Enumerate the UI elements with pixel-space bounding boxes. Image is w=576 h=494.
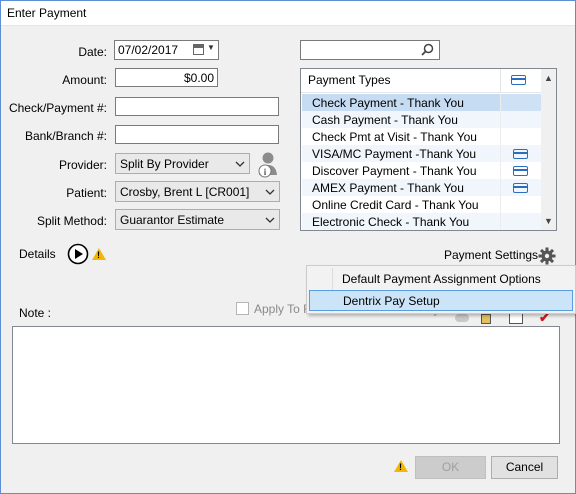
date-label: Date:: [78, 45, 107, 59]
list-item-label: Electronic Check - Thank You: [312, 215, 470, 229]
apply-checkbox[interactable]: [236, 302, 249, 315]
provider-label: Provider:: [58, 158, 107, 172]
payment-types-list[interactable]: Payment Types Check Payment - Thank You C…: [300, 68, 557, 231]
title-bar: Enter Payment: [1, 1, 575, 26]
provider-value: Split By Provider: [120, 157, 209, 171]
amount-field[interactable]: $0.00: [115, 68, 218, 87]
card-column: [500, 162, 541, 179]
card-column: [500, 128, 541, 145]
split-method-label: Split Method:: [36, 214, 107, 228]
card-column: [500, 145, 541, 162]
provider-select[interactable]: Split By Provider: [115, 153, 250, 174]
split-method-select[interactable]: Guarantor Estimate: [115, 209, 280, 230]
chevron-down-icon: [265, 217, 275, 223]
warning-icon: !: [394, 460, 408, 472]
card-column: [500, 213, 541, 230]
amount-value: $0.00: [183, 71, 214, 85]
cancel-button[interactable]: Cancel: [491, 456, 558, 479]
card-column: [500, 94, 541, 111]
credit-card-icon: [513, 149, 528, 159]
payment-type-search-input[interactable]: [300, 40, 440, 60]
card-column: [500, 196, 541, 213]
patient-label: Patient:: [66, 186, 107, 200]
list-item[interactable]: VISA/MC Payment -Thank You: [302, 145, 541, 162]
provider-info-icon[interactable]: i: [256, 151, 282, 179]
amount-label: Amount:: [62, 73, 107, 87]
bank-branch-field[interactable]: [115, 125, 279, 144]
split-method-value: Guarantor Estimate: [120, 213, 225, 227]
payment-types-header-label: Payment Types: [308, 73, 391, 87]
payment-settings-menu: Default Payment Assignment Options Dentr…: [306, 265, 576, 314]
scroll-up-icon[interactable]: ▲: [544, 73, 553, 83]
list-item[interactable]: AMEX Payment - Thank You: [302, 179, 541, 196]
apply-label: Apply To F: [254, 302, 311, 316]
chevron-down-icon: [235, 161, 245, 167]
warning-icon: !: [92, 248, 106, 260]
list-item[interactable]: Discover Payment - Thank You: [302, 162, 541, 179]
list-item[interactable]: Check Payment - Thank You: [302, 94, 541, 111]
note-textarea[interactable]: [12, 326, 560, 444]
menu-item-label: Dentrix Pay Setup: [343, 294, 440, 308]
credit-card-icon: [511, 75, 526, 85]
menu-item-dentrix-pay-setup[interactable]: Dentrix Pay Setup: [309, 290, 573, 311]
chevron-down-icon[interactable]: ▼: [207, 43, 215, 52]
list-item-label: Discover Payment - Thank You: [312, 164, 477, 178]
list-item-label: Online Credit Card - Thank You: [312, 198, 479, 212]
card-column: [500, 111, 541, 128]
list-item[interactable]: Check Pmt at Visit - Thank You: [302, 128, 541, 145]
credit-card-icon: [513, 183, 528, 193]
search-icon[interactable]: [421, 43, 434, 56]
enter-payment-window: Enter Payment Date: 07/02/2017 ▼ Amount:…: [0, 0, 576, 494]
list-item[interactable]: Electronic Check - Thank You: [302, 213, 541, 230]
check-payment-label: Check/Payment #:: [8, 101, 107, 115]
patient-select[interactable]: Crosby, Brent L [CR001]: [115, 181, 280, 202]
list-item-label: Check Pmt at Visit - Thank You: [312, 130, 477, 144]
list-item-label: Check Payment - Thank You: [312, 96, 464, 110]
ok-button[interactable]: OK: [415, 456, 486, 479]
check-payment-field[interactable]: [115, 97, 279, 116]
payment-types-header: Payment Types: [301, 69, 541, 93]
calendar-icon[interactable]: [193, 44, 204, 55]
menu-item-label: Default Payment Assignment Options: [342, 272, 541, 286]
details-label: Details: [19, 247, 56, 261]
date-picker[interactable]: 07/02/2017 ▼: [114, 40, 219, 60]
gear-icon[interactable]: [538, 247, 556, 265]
list-item[interactable]: Cash Payment - Thank You: [302, 111, 541, 128]
note-label: Note :: [19, 306, 52, 320]
bank-branch-label: Bank/Branch #:: [24, 129, 107, 143]
patient-value: Crosby, Brent L [CR001]: [120, 185, 250, 199]
list-item[interactable]: Online Credit Card - Thank You: [302, 196, 541, 213]
date-value: 07/02/2017: [118, 43, 179, 57]
window-title: Enter Payment: [7, 6, 87, 20]
credit-card-icon: [513, 166, 528, 176]
list-item-label: VISA/MC Payment -Thank You: [312, 147, 477, 161]
list-item-label: Cash Payment - Thank You: [312, 113, 458, 127]
card-column: [500, 179, 541, 196]
chevron-down-icon: [265, 189, 275, 195]
note-paper-icon[interactable]: [481, 314, 491, 324]
payment-settings-label: Payment Settings: [444, 248, 539, 262]
play-details-button[interactable]: [67, 243, 89, 265]
eraser-icon[interactable]: [455, 314, 469, 322]
scroll-down-icon[interactable]: ▼: [544, 216, 553, 226]
payment-types-scrollbar[interactable]: ▲ ▼: [541, 69, 556, 230]
list-item-label: AMEX Payment - Thank You: [312, 181, 464, 195]
menu-item-default-payment-assignment[interactable]: Default Payment Assignment Options: [309, 268, 573, 289]
